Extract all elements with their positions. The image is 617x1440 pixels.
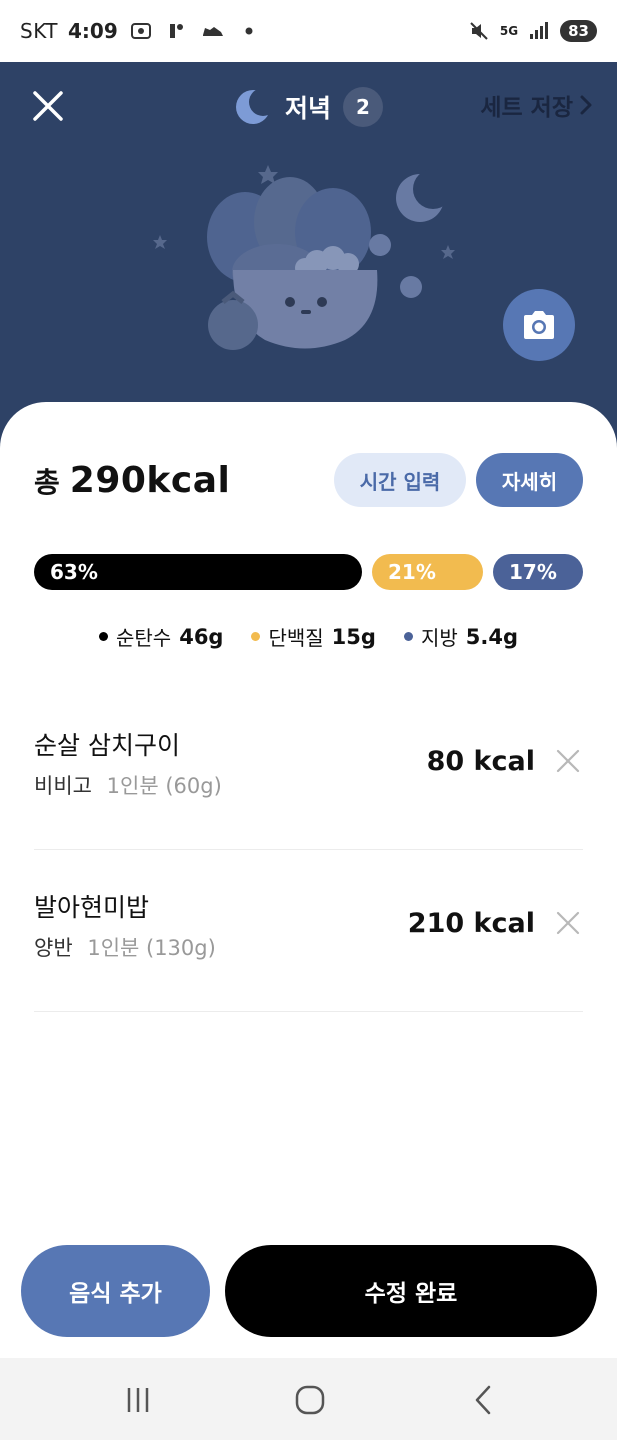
network-label: 5G	[499, 24, 519, 38]
detail-button[interactable]: 자세히	[476, 453, 583, 507]
system-nav-bar	[0, 1358, 617, 1440]
done-editing-button[interactable]: 수정 완료	[225, 1245, 597, 1337]
food-subtitle: 양반 1인분 (130g)	[34, 932, 216, 962]
close-icon	[33, 91, 63, 121]
carrier-label: SKT	[20, 19, 58, 43]
status-left: SKT 4:09	[20, 19, 262, 43]
food-kcal: 210 kcal	[407, 908, 535, 939]
star-icon	[441, 245, 455, 259]
protein-ratio-bar: 21%	[372, 554, 483, 590]
chevron-right-icon	[580, 95, 592, 115]
remove-food-button[interactable]	[555, 910, 581, 936]
close-button[interactable]	[30, 88, 66, 124]
close-icon	[556, 911, 580, 935]
legend-fat-value: 5.4g	[465, 624, 518, 649]
legend-fat-name: 지방	[420, 626, 458, 650]
back-button[interactable]	[463, 1380, 503, 1420]
meal-count-badge: 2	[343, 87, 384, 127]
food-serving: 1인분 (60g)	[106, 774, 222, 798]
protein-dot-icon	[251, 632, 261, 641]
meal-title: 저녁	[285, 94, 332, 123]
food-list-item[interactable]: 순살 삼치구이 비비고 1인분 (60g) 80 kcal	[34, 726, 583, 850]
legend-carb: 순탄수 46g	[99, 622, 223, 651]
clock: 4:09	[67, 19, 118, 43]
home-button[interactable]	[290, 1380, 330, 1420]
carb-dot-icon	[99, 632, 108, 641]
food-serving: 1인분 (130g)	[87, 936, 216, 960]
meal-detail-sheet: 총 290kcal 시간 입력 자세히 63% 21% 17% 순탄수 46g …	[0, 402, 617, 1358]
set-save-button[interactable]: 세트 저장	[480, 88, 593, 122]
status-right: 5G 83	[466, 20, 597, 42]
camera-icon	[524, 311, 554, 339]
camera-button[interactable]	[503, 289, 575, 361]
food-kcal: 80 kcal	[426, 746, 535, 777]
food-name: 순살 삼치구이	[34, 731, 180, 760]
signal-icon	[526, 20, 552, 42]
home-icon	[295, 1385, 325, 1415]
add-food-button[interactable]: 음식 추가	[21, 1245, 210, 1337]
fat-ratio-bar: 17%	[493, 554, 583, 590]
legend-protein: 단백질 15g	[251, 622, 376, 651]
close-icon	[556, 749, 580, 773]
total-prefix: 총	[34, 466, 60, 499]
total-kcal-value: 290kcal	[69, 460, 231, 501]
battery-indicator: 83	[560, 20, 597, 42]
legend-carb-name: 순탄수	[116, 626, 172, 650]
app-notification-icon	[164, 20, 190, 42]
salad-bowl-illustration	[153, 165, 455, 350]
legend-carb-value: 46g	[179, 624, 224, 649]
food-brand: 비비고	[34, 774, 92, 798]
screenshot-icon	[128, 20, 154, 42]
back-icon	[475, 1385, 491, 1415]
legend-fat: 지방 5.4g	[403, 622, 518, 651]
legend-protein-name: 단백질	[268, 626, 324, 650]
time-input-button[interactable]: 시간 입력	[334, 453, 466, 507]
carb-ratio-bar: 63%	[34, 554, 362, 590]
remove-food-button[interactable]	[555, 748, 581, 774]
food-brand: 양반	[34, 936, 73, 960]
mute-icon	[466, 20, 492, 42]
food-subtitle: 비비고 1인분 (60g)	[34, 770, 222, 800]
legend-protein-value: 15g	[331, 624, 376, 649]
recent-apps-icon	[127, 1388, 149, 1412]
more-dot-icon	[236, 20, 262, 42]
star-icon	[153, 235, 167, 249]
moon-icon	[236, 88, 273, 124]
fat-dot-icon	[403, 632, 413, 641]
total-calories: 총 290kcal	[34, 460, 230, 501]
shoe-icon	[200, 20, 226, 42]
food-list-item[interactable]: 발아현미밥 양반 1인분 (130g) 210 kcal	[34, 888, 583, 1012]
status-bar: SKT 4:09 5G 83	[0, 0, 617, 62]
meal-title-group: 저녁 2	[233, 84, 384, 130]
set-save-label: 세트 저장	[480, 95, 573, 121]
food-name: 발아현미밥	[34, 893, 150, 922]
recent-apps-button[interactable]	[118, 1380, 158, 1420]
macro-legend: 순탄수 46g 단백질 15g 지방 5.4g	[0, 622, 617, 651]
